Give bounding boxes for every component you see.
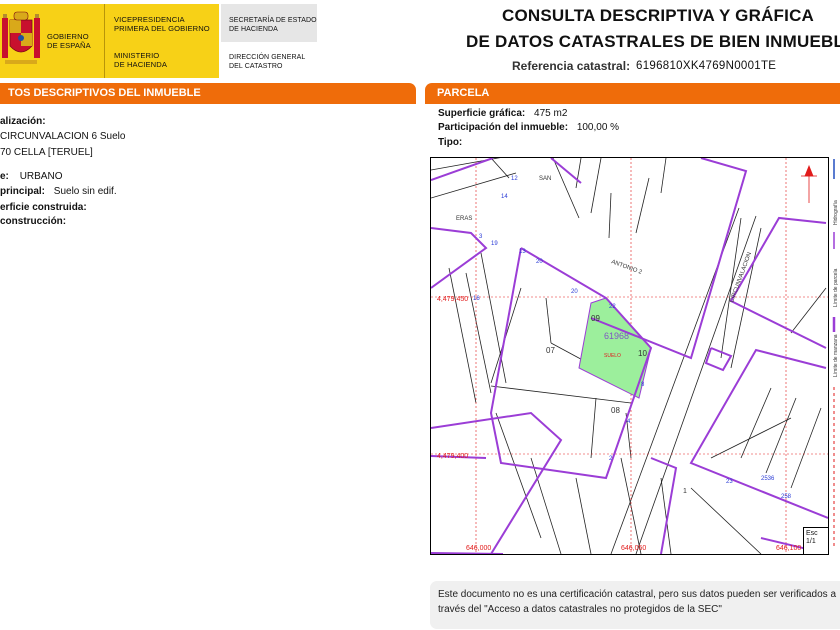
coord-x1-label: 646,000 (466, 545, 491, 552)
gobierno-de-espana-text: GOBIERNO DE ESPAÑA (47, 32, 107, 50)
parcela-bar: PARCELA (425, 83, 840, 103)
street-number-12: 12 (511, 176, 518, 182)
legend-limite-parcela: Límite de parcela (833, 268, 839, 307)
datos-descriptivos-bar: TOS DESCRIPTIVOS DEL INMUEBLE (0, 83, 416, 103)
coord-x3-label: 646,100 (776, 545, 801, 552)
participacion-row: Participación del inmueble: 100,00 % (438, 122, 619, 133)
superficie-construida-label: erficie construida: (0, 202, 87, 213)
localizacion-label: alización: (0, 116, 46, 127)
street-antonio-label: ANTONIO 2 (610, 259, 643, 276)
clase-value: URBANO (19, 171, 63, 182)
superficie-grafica-label: Superficie gráfica: (438, 108, 526, 119)
clase-row: e: URBANO (0, 171, 62, 182)
coord-x2-label: 646,050 (621, 545, 646, 552)
ref-catastral-label: Referencia catastral: (512, 59, 631, 73)
header-divider (104, 4, 105, 78)
government-header: GOBIERNO DE ESPAÑA VICEPRESIDENCIA PRIME… (0, 0, 320, 78)
street-number-20b: 20 (571, 289, 578, 295)
street-number-22: 22 (609, 304, 616, 310)
street-number-16: 16 (473, 296, 480, 302)
scale-box: Esc 1/1 (803, 527, 828, 554)
parcel-suelo-label: SUELO (604, 353, 621, 359)
scale-label: Esc (806, 530, 818, 537)
street-number-4: 4 (627, 419, 631, 425)
map-labels: SAN ERAS ANTONIO 2 CIRCUNVALACION 07 08 … (456, 176, 753, 495)
gov-line1: GOBIERNO (47, 32, 89, 41)
street-number-23: 23 (726, 479, 733, 485)
street-number-2536: 2536 (761, 476, 775, 482)
map-legend: Hidrografía Límite de parcela Límite de … (829, 157, 840, 553)
disclaimer-note: Este documento no es una certificación c… (430, 581, 840, 629)
page-title-line2: DE DATOS CATASTRALES DE BIEN INMUEBLE (466, 32, 840, 51)
vice-line1: VICEPRESIDENCIA (114, 15, 185, 24)
legend-hidrografia: Hidrografía (833, 200, 839, 225)
address-line1: CIRCUNVALACION 6 Suelo (0, 131, 126, 142)
ref-catastral-value: 6196810XK4769N0001TE (636, 60, 777, 72)
coat-of-arms-icon (2, 11, 40, 64)
plot-09-label: 09 (591, 314, 600, 323)
ministerio-text: MINISTERIO DE HACIENDA (114, 51, 218, 69)
street-number-14: 14 (501, 194, 508, 200)
street-number-13: 13 (519, 249, 526, 255)
gov-line2: DE ESPAÑA (47, 41, 91, 50)
datos-descriptivos-title: TOS DESCRIPTIVOS DEL INMUEBLE (8, 87, 201, 99)
plot-07-label: 07 (546, 346, 555, 355)
map-legend-svg: Hidrografía Límite de parcela Límite de … (832, 159, 839, 547)
tipo-label: Tipo: (438, 137, 463, 148)
page-title-line1: CONSULTA DESCRIPTIVA Y GRÁFICA (502, 6, 815, 25)
plot-10-label: 10 (638, 349, 647, 358)
anio-construccion-label: construcción: (0, 216, 67, 227)
participacion-label: Participación del inmueble: (438, 122, 569, 133)
vicepresidencia-text: VICEPRESIDENCIA PRIMERA DEL GOBIERNO (114, 15, 218, 33)
uso-value: Suelo sin edif. (53, 186, 117, 197)
note-line1: Este documento no es una certificación c… (438, 589, 837, 600)
datos-bar-underline (0, 101, 416, 104)
coord-y2-label: 4,479,400 (437, 453, 468, 460)
uso-label: principal: (0, 186, 46, 197)
clase-label: e: (0, 171, 9, 182)
superficie-grafica-row: Superficie gráfica: 475 m2 (438, 108, 567, 119)
parcel-ref-label: 61968 (604, 331, 629, 341)
participacion-value: 100,00 % (576, 122, 620, 133)
street-number-258: 258 (781, 494, 792, 500)
uso-row: principal: Suelo sin edif. (0, 186, 117, 197)
parcela-bar-underline (425, 101, 840, 104)
sec-line1: SECRETARÍA DE ESTADO (229, 17, 317, 24)
parcela-title: PARCELA (437, 87, 490, 99)
secretaria-text: SECRETARÍA DE ESTADO DE HACIENDA (229, 16, 319, 34)
plot-1-label: 1 (683, 488, 687, 495)
street-number-19: 19 (491, 241, 498, 247)
scale-value: 1/1 (806, 538, 816, 545)
street-eras-label: ERAS (456, 216, 472, 222)
cadastral-map[interactable]: SAN ERAS ANTONIO 2 CIRCUNVALACION 07 08 … (430, 157, 829, 555)
direccion-general-text: DIRECCIÓN GENERAL DEL CATASTRO (229, 53, 319, 71)
note-line2: través del "Acceso a datos catastrales n… (438, 604, 722, 615)
street-number-3: 3 (479, 234, 483, 240)
superficie-grafica-value: 475 m2 (534, 108, 568, 119)
min-line1: MINISTERIO (114, 51, 160, 60)
dir-line1: DIRECCIÓN GENERAL (229, 54, 306, 61)
min-line2: DE HACIENDA (114, 60, 167, 69)
dir-line2: DEL CATASTRO (229, 63, 283, 70)
vice-line2: PRIMERA DEL GOBIERNO (114, 24, 210, 33)
sec-line2: DE HACIENDA (229, 26, 278, 33)
north-arrow-icon (801, 164, 817, 203)
street-number-20: 20 (536, 259, 543, 265)
coord-y1-label: 4,479,450 (437, 296, 468, 303)
street-san-label: SAN (539, 176, 551, 182)
cadastral-map-svg: SAN ERAS ANTONIO 2 CIRCUNVALACION 07 08 … (431, 158, 828, 554)
address-line2: 70 CELLA [TERUEL] (0, 147, 93, 158)
street-number-8: 8 (641, 382, 645, 388)
plot-08-label: 08 (611, 406, 620, 415)
legend-limite-manzana: Límite de manzana (833, 334, 839, 377)
